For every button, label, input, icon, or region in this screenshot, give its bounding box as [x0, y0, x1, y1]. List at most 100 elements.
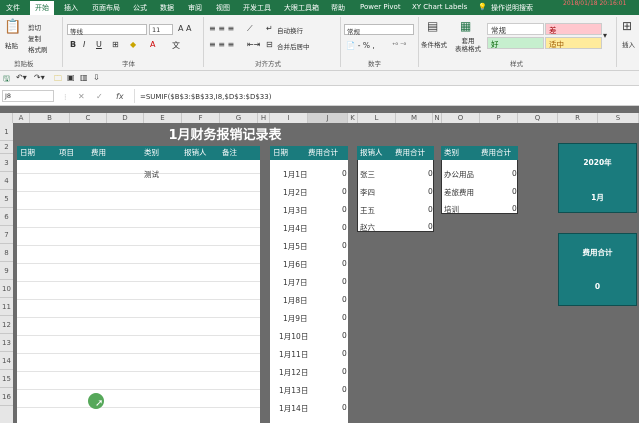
column-header[interactable]: A: [13, 113, 30, 123]
number-format-select[interactable]: 常规: [344, 24, 414, 36]
row-header[interactable]: 2: [0, 141, 13, 154]
wrap-text-button[interactable]: 自动换行: [277, 25, 303, 35]
align-top-icon[interactable]: ≡ ≡ ≡: [209, 24, 234, 33]
value-cell[interactable]: 0: [342, 385, 347, 394]
category-cell[interactable]: 办公用品: [444, 169, 474, 180]
value-cell[interactable]: 0: [428, 205, 433, 214]
tab-xy-chart-labels[interactable]: XY Chart Labels: [412, 3, 467, 11]
column-header[interactable]: N: [433, 113, 442, 123]
column-header[interactable]: P: [480, 113, 518, 123]
save-icon[interactable]: 🖫: [3, 73, 10, 87]
tab-insert[interactable]: 插入: [64, 3, 78, 13]
date-cell[interactable]: 1月12日: [279, 367, 308, 378]
cut-button[interactable]: 剪切: [28, 22, 41, 32]
tab-help[interactable]: 帮助: [331, 3, 345, 13]
date-cell[interactable]: 1月10日: [279, 331, 308, 342]
value-cell[interactable]: 0: [342, 205, 347, 214]
person-cell[interactable]: 王五: [360, 205, 375, 216]
column-header[interactable]: H: [258, 113, 270, 123]
bold-icon[interactable]: B: [70, 40, 76, 49]
column-header[interactable]: L: [358, 113, 396, 123]
date-cell[interactable]: 1月9日: [283, 313, 308, 324]
phonetic-icon[interactable]: 文: [172, 40, 180, 51]
column-header[interactable]: E: [144, 113, 182, 123]
row-header[interactable]: 7: [0, 226, 13, 244]
tab-developer[interactable]: 开发工具: [243, 3, 271, 13]
date-cell[interactable]: 1月1日: [283, 169, 308, 180]
tab-tell-me[interactable]: 操作说明搜索: [491, 3, 533, 13]
open-icon[interactable]: 🗀: [54, 73, 62, 87]
tab-view[interactable]: 视图: [216, 3, 230, 13]
style-bad[interactable]: 差: [545, 23, 602, 35]
font-color-icon[interactable]: A: [150, 40, 155, 49]
currency-icon[interactable]: 📄 - % ,: [346, 41, 375, 50]
copy-button[interactable]: 复制: [28, 33, 41, 43]
row-header[interactable]: 8: [0, 244, 13, 262]
value-cell[interactable]: 0: [342, 313, 347, 322]
value-cell[interactable]: 0: [342, 295, 347, 304]
print-icon[interactable]: ▣: [67, 73, 75, 82]
person-cell[interactable]: 赵六: [360, 222, 375, 233]
date-cell[interactable]: 1月11日: [279, 349, 308, 360]
date-cell[interactable]: 1月7日: [283, 277, 308, 288]
column-header[interactable]: I: [270, 113, 308, 123]
column-header[interactable]: M: [396, 113, 433, 123]
style-normal[interactable]: 常规: [487, 23, 544, 35]
value-cell[interactable]: 0: [342, 259, 347, 268]
tab-review[interactable]: 审阅: [188, 3, 202, 13]
row-header[interactable]: 14: [0, 352, 13, 370]
indent-icon[interactable]: ⇤⇥: [247, 40, 260, 49]
column-header[interactable]: R: [558, 113, 598, 123]
tab-page-layout[interactable]: 页面布局: [92, 3, 120, 13]
date-cell[interactable]: 1月14日: [279, 403, 308, 414]
tab-toolbox[interactable]: 大眼工具箱: [284, 3, 319, 13]
column-header[interactable]: K: [348, 113, 358, 123]
row-header[interactable]: 1: [0, 123, 13, 141]
font-name-select[interactable]: 等线: [67, 24, 147, 36]
row-header[interactable]: 10: [0, 280, 13, 298]
row-header[interactable]: 3: [0, 154, 13, 172]
column-header[interactable]: F: [182, 113, 220, 123]
align-left-icon[interactable]: ≡ ≡ ≡: [209, 40, 234, 49]
format-as-table-button[interactable]: 套用 表格格式: [455, 37, 481, 53]
function-icon[interactable]: fx: [116, 92, 124, 101]
paste-button[interactable]: 粘贴: [5, 40, 18, 50]
date-cell[interactable]: 1月6日: [283, 259, 308, 270]
date-cell[interactable]: 1月3日: [283, 205, 308, 216]
value-cell[interactable]: 0: [428, 169, 433, 178]
tab-file[interactable]: 文件: [6, 3, 20, 13]
format-painter-button[interactable]: 格式刷: [28, 44, 48, 54]
date-cell[interactable]: 1月2日: [283, 187, 308, 198]
row-header[interactable]: 9: [0, 262, 13, 280]
insert-cells-button[interactable]: 插入: [622, 39, 635, 49]
conditional-format-button[interactable]: 条件格式: [421, 39, 447, 49]
value-cell[interactable]: 0: [512, 187, 517, 196]
value-cell[interactable]: 0: [342, 241, 347, 250]
value-cell[interactable]: 0: [342, 349, 347, 358]
date-cell[interactable]: 1月13日: [279, 385, 308, 396]
undo-icon[interactable]: ↶▾: [16, 73, 27, 82]
column-header-selected[interactable]: J: [308, 113, 348, 123]
column-header[interactable]: B: [30, 113, 70, 123]
category-cell[interactable]: 差旅费用: [444, 187, 474, 198]
tab-home[interactable]: 开始: [30, 1, 54, 15]
value-cell[interactable]: 0: [342, 187, 347, 196]
font-size-select[interactable]: 11: [149, 24, 173, 35]
enter-icon[interactable]: ✓: [96, 92, 103, 101]
merge-center-button[interactable]: 合并后居中: [277, 41, 310, 51]
value-cell[interactable]: 0: [342, 169, 347, 178]
column-header[interactable]: O: [442, 113, 480, 123]
column-header[interactable]: D: [107, 113, 144, 123]
chart-icon[interactable]: ▥: [80, 73, 88, 82]
value-cell[interactable]: 0: [512, 169, 517, 178]
grow-font-icon[interactable]: A A: [178, 24, 192, 33]
category-cell[interactable]: 培训: [444, 204, 459, 215]
column-header[interactable]: S: [598, 113, 639, 123]
date-cell[interactable]: 1月4日: [283, 223, 308, 234]
row-header[interactable]: 15: [0, 370, 13, 388]
style-neutral[interactable]: 适中: [545, 37, 602, 49]
column-header[interactable]: C: [70, 113, 107, 123]
orientation-icon[interactable]: ⟋: [247, 24, 253, 34]
person-cell[interactable]: 张三: [360, 169, 375, 180]
date-cell[interactable]: 1月5日: [283, 241, 308, 252]
